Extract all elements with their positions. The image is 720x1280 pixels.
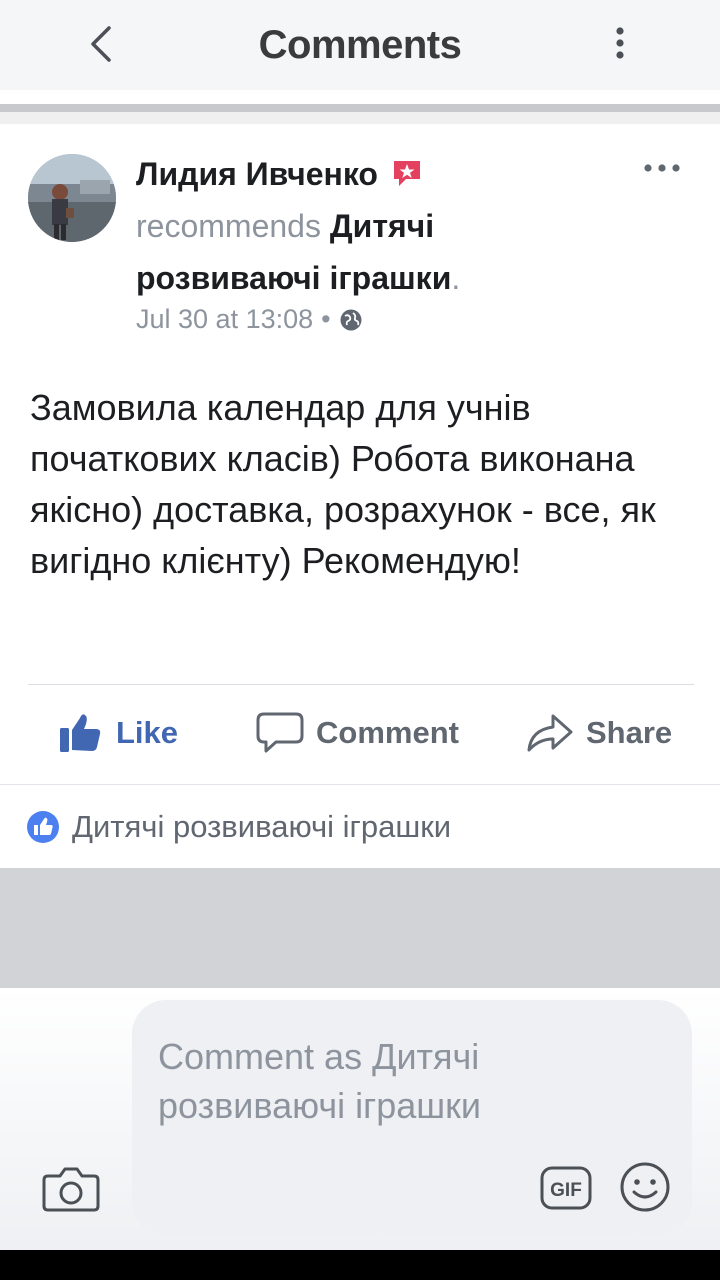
like-reaction-icon bbox=[27, 810, 59, 843]
post-header-text: Лидия Ивченко recommends Дитячі розвиваю… bbox=[136, 148, 596, 304]
horizontal-dots-icon bbox=[644, 164, 680, 172]
actions-divider bbox=[28, 684, 694, 685]
globe-icon bbox=[340, 309, 362, 330]
thumbs-up-icon bbox=[60, 714, 101, 752]
empty-comments-area bbox=[0, 868, 720, 988]
sticker-button[interactable] bbox=[618, 1160, 672, 1214]
like-button[interactable]: Like bbox=[58, 698, 178, 768]
post-options-button[interactable] bbox=[642, 158, 682, 178]
comment-bubble-icon bbox=[256, 712, 304, 753]
share-label: Share bbox=[586, 715, 673, 750]
page-title: Comments bbox=[258, 22, 462, 67]
post-body-text: Замовила календар для учнів початкових к… bbox=[30, 387, 656, 581]
comment-input-placeholder: Comment as Дитячі розвиваючі іграшки bbox=[158, 1036, 481, 1126]
post-actions: Like Comment Share bbox=[0, 698, 720, 768]
vertical-dots-icon bbox=[616, 27, 624, 59]
comment-composer: Comment as Дитячі розвиваючі іграшки GIF bbox=[0, 988, 720, 1250]
likes-summary[interactable]: Дитячі розвиваючі іграшки bbox=[0, 784, 720, 868]
header-bar: Comments bbox=[0, 0, 720, 90]
chevron-left-icon bbox=[91, 26, 111, 62]
author-avatar[interactable] bbox=[28, 154, 116, 242]
back-button[interactable] bbox=[76, 14, 126, 74]
camera-icon bbox=[42, 1167, 100, 1212]
gif-icon: GIF bbox=[540, 1166, 592, 1210]
author-name[interactable]: Лидия Ивченко bbox=[136, 156, 378, 192]
recommendation-badge-icon bbox=[391, 152, 423, 186]
share-arrow-icon bbox=[527, 714, 573, 752]
sentence-period: . bbox=[451, 260, 461, 296]
header-divider bbox=[0, 90, 720, 124]
gif-button[interactable]: GIF bbox=[540, 1166, 592, 1210]
comment-label: Comment bbox=[316, 715, 459, 750]
header-more-button[interactable] bbox=[600, 18, 640, 68]
likes-summary-label: Дитячі розвиваючі іграшки bbox=[72, 808, 452, 844]
action-text: recommends bbox=[136, 208, 321, 244]
share-button[interactable]: Share bbox=[526, 698, 672, 768]
avatar-photo bbox=[28, 154, 116, 242]
svg-text:GIF: GIF bbox=[550, 1180, 582, 1201]
system-nav-bar bbox=[0, 1250, 720, 1280]
meta-separator: • bbox=[321, 304, 331, 334]
smiley-icon bbox=[620, 1162, 670, 1212]
comment-button[interactable]: Comment bbox=[256, 698, 459, 768]
camera-button[interactable] bbox=[42, 1164, 100, 1214]
like-label: Like bbox=[116, 715, 179, 750]
post-timestamp[interactable]: Jul 30 at 13:08 bbox=[136, 304, 313, 335]
post-card: Лидия Ивченко recommends Дитячі розвиваю… bbox=[0, 124, 720, 782]
comment-input[interactable]: Comment as Дитячі розвиваючі іграшки GIF bbox=[132, 1000, 692, 1236]
post-meta: Jul 30 at 13:08 • bbox=[136, 304, 363, 335]
